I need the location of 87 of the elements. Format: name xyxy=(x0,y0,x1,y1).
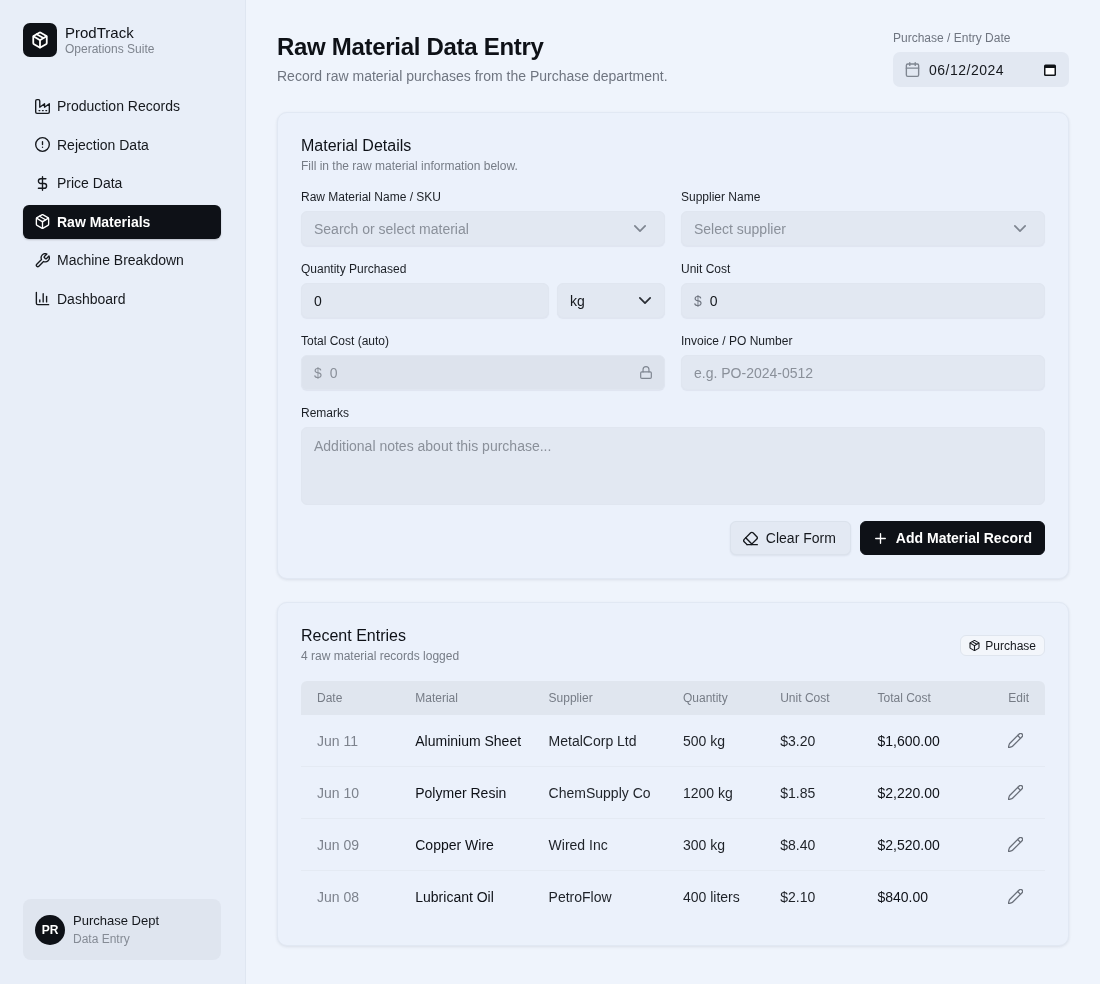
factory-icon xyxy=(35,98,50,114)
table-cell: Aluminium Sheet xyxy=(399,715,533,767)
table-cell: Jun 10 xyxy=(301,766,400,819)
field-label: Raw Material Name / SKU xyxy=(301,189,443,205)
table-cell: MetalCorp Ltd xyxy=(532,715,667,767)
column-header: Date xyxy=(301,681,400,715)
avatar: PR xyxy=(35,914,65,945)
field-label: Supplier Name xyxy=(681,189,762,205)
chevron-down-icon xyxy=(634,225,646,232)
nav-item[interactable]: Dashboard xyxy=(23,281,221,316)
nav-item[interactable]: Price Data xyxy=(23,166,221,200)
box-logo-icon xyxy=(23,23,57,57)
page-subtitle: Record raw material purchases from the Purchase department. xyxy=(277,67,668,86)
column-header: Quantity xyxy=(666,681,765,715)
table-cell: Copper Wire xyxy=(399,818,533,871)
table-cell: Jun 11 xyxy=(301,715,400,767)
chevron-down-icon xyxy=(1014,225,1026,232)
nav-item[interactable]: Machine Breakdown xyxy=(23,243,221,277)
clear-form-button[interactable]: Clear Form xyxy=(729,521,851,555)
chevron-down-icon xyxy=(639,297,651,304)
unit-cost-field[interactable]: $ 0 xyxy=(681,283,1045,318)
calendar-icon xyxy=(905,62,920,77)
user-role: Data Entry xyxy=(73,931,131,947)
pencil-icon xyxy=(1007,837,1023,852)
field-label: Remarks xyxy=(301,405,350,421)
card-title: Material Details xyxy=(301,136,413,156)
table-cell: Jun 08 xyxy=(301,870,400,922)
dollar-icon xyxy=(35,175,50,191)
quantity-field[interactable]: 0 xyxy=(301,283,549,318)
eraser-icon xyxy=(742,530,758,546)
box-icon xyxy=(35,214,50,229)
field-label: Invoice / PO Number xyxy=(681,333,794,349)
table-cell: $1,600.00 xyxy=(861,715,977,767)
edit-button[interactable] xyxy=(1005,886,1025,907)
calendar-picker-icon[interactable] xyxy=(1044,63,1056,76)
pencil-icon xyxy=(1007,889,1023,904)
edit-button[interactable] xyxy=(1005,782,1025,803)
user-name: Purchase Dept xyxy=(73,912,159,929)
table-cell: $2,520.00 xyxy=(861,818,977,871)
pencil-icon xyxy=(1007,785,1023,800)
page-title: Raw Material Data Entry xyxy=(277,32,545,62)
badge-label: Purchase xyxy=(985,638,1036,653)
wrench-icon xyxy=(35,252,50,268)
card-subtitle: 4 raw material records logged xyxy=(301,648,460,664)
column-header: Unit Cost xyxy=(764,681,862,715)
field-label: Quantity Purchased xyxy=(301,261,408,277)
column-header: Edit xyxy=(976,681,1045,715)
table-cell: ChemSupply Co xyxy=(532,766,667,819)
table-cell: $840.00 xyxy=(861,870,977,922)
brand-name: ProdTrack xyxy=(65,23,135,42)
table-cell: 400 liters xyxy=(666,870,765,922)
table-cell: $2.10 xyxy=(764,870,862,922)
table-cell: $2,220.00 xyxy=(861,766,977,819)
table-cell: Lubricant Oil xyxy=(399,870,533,922)
table-cell: 300 kg xyxy=(666,818,765,871)
lock-icon xyxy=(640,366,652,379)
table-cell: $1.85 xyxy=(764,766,862,819)
table-cell: PetroFlow xyxy=(532,870,667,922)
edit-button[interactable] xyxy=(1005,834,1025,855)
field-label: Total Cost (auto) xyxy=(301,333,391,349)
table-cell: $3.20 xyxy=(764,715,862,767)
card-subtitle: Fill in the raw material information below. xyxy=(301,158,519,174)
pencil-icon xyxy=(1007,733,1023,748)
nav-item[interactable]: Production Records xyxy=(23,89,221,123)
column-header: Supplier xyxy=(532,681,667,715)
nav-item[interactable]: Raw Materials xyxy=(23,204,221,239)
nav-item[interactable]: Rejection Data xyxy=(23,127,221,162)
column-header: Total Cost xyxy=(861,681,977,715)
add-record-button[interactable]: Add Material Record xyxy=(859,521,1045,555)
table-cell: $8.40 xyxy=(764,818,862,871)
column-header: Material xyxy=(399,681,533,715)
unit-select[interactable]: kg xyxy=(557,283,665,318)
field-label: Purchase / Entry Date xyxy=(893,30,1012,46)
bar-chart-icon xyxy=(35,291,50,306)
brand-tagline: Operations Suite xyxy=(65,42,155,57)
table-cell: Polymer Resin xyxy=(399,766,533,819)
table-cell: 1200 kg xyxy=(666,766,765,819)
field-label: Unit Cost xyxy=(681,261,732,277)
date-field[interactable]: 06/12/2024 xyxy=(893,52,1069,87)
alert-circle-icon xyxy=(35,137,50,152)
box-icon xyxy=(969,640,981,651)
plus-icon xyxy=(872,530,888,546)
table-cell: Jun 09 xyxy=(301,818,400,871)
table-cell: Wired Inc xyxy=(532,818,667,871)
edit-button[interactable] xyxy=(1005,730,1025,751)
table-cell: 500 kg xyxy=(666,715,765,767)
card-title: Recent Entries xyxy=(301,626,407,646)
